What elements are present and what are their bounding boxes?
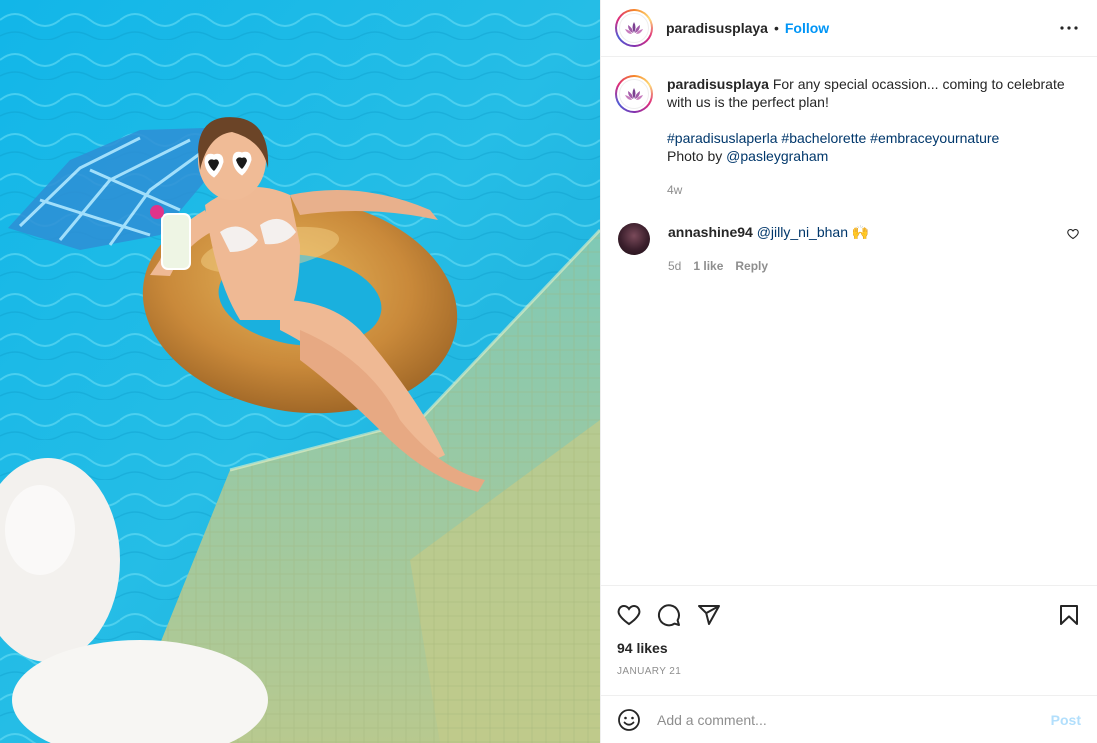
- caption-avatar[interactable]: [615, 75, 653, 113]
- comment-text-line: annashine94 @jilly_ni_bhan 🙌: [668, 223, 1081, 241]
- comments-list: paradisusplaya For any special ocassion.…: [601, 57, 1097, 585]
- avatar-inner: [617, 11, 651, 45]
- comment-reply-button[interactable]: Reply: [735, 257, 768, 275]
- post-side-panel: paradisusplaya • Follow paradisusplaya F…: [600, 0, 1097, 743]
- lotus-logo-icon: [619, 79, 649, 109]
- comment-heart-icon[interactable]: [1067, 227, 1081, 241]
- avatar[interactable]: [615, 9, 653, 47]
- hashtag-link[interactable]: #embraceyournature: [870, 130, 999, 146]
- instagram-post: paradisusplaya • Follow paradisusplaya F…: [0, 0, 1097, 743]
- caption-timestamp[interactable]: 4w: [667, 181, 1081, 199]
- comment-likes[interactable]: 1 like: [693, 257, 723, 275]
- credit-prefix: Photo by: [667, 148, 727, 164]
- share-send-icon[interactable]: [697, 603, 721, 627]
- add-comment-bar: Post: [601, 695, 1097, 743]
- caption-hashtags: #paradisuslaperla #bachelorette #embrace…: [667, 129, 1081, 147]
- commenter-avatar[interactable]: [618, 223, 650, 255]
- emoji-smiley-icon[interactable]: [617, 708, 641, 732]
- comment-mention[interactable]: @jilly_ni_bhan: [757, 224, 848, 240]
- post-actions: 94 likes JANUARY 21: [601, 585, 1097, 695]
- more-horizontal-icon[interactable]: [1057, 16, 1081, 40]
- header-username[interactable]: paradisusplaya: [666, 20, 768, 36]
- add-comment-input[interactable]: [657, 711, 1051, 728]
- bookmark-save-icon[interactable]: [1057, 603, 1081, 627]
- comment-item: annashine94 @jilly_ni_bhan 🙌 5d 1 like R…: [615, 223, 1081, 275]
- post-comment-button[interactable]: Post: [1051, 712, 1081, 728]
- follow-button[interactable]: Follow: [785, 20, 829, 36]
- hashtag-link[interactable]: #paradisuslaperla: [667, 130, 778, 146]
- comment-meta: 5d 1 like Reply: [668, 257, 1081, 275]
- avatar-inner: [617, 77, 651, 111]
- comment-username[interactable]: annashine94: [668, 224, 753, 240]
- post-photo[interactable]: [0, 0, 600, 743]
- credit-handle-link[interactable]: @pasleygraham: [726, 148, 828, 164]
- post-header: paradisusplaya • Follow: [601, 0, 1097, 57]
- separator-dot: •: [773, 20, 779, 36]
- comment-body: annashine94 @jilly_ni_bhan 🙌 5d 1 like R…: [668, 223, 1081, 275]
- like-heart-icon[interactable]: [617, 603, 641, 627]
- comment-bubble-icon[interactable]: [657, 603, 681, 627]
- action-bar: [617, 586, 1081, 638]
- caption-body: paradisusplaya For any special ocassion.…: [667, 75, 1081, 199]
- hashtag-link[interactable]: #bachelorette: [781, 130, 866, 146]
- caption-text-line: paradisusplaya For any special ocassion.…: [667, 75, 1081, 111]
- caption: paradisusplaya For any special ocassion.…: [615, 75, 1081, 199]
- post-date[interactable]: JANUARY 21: [617, 666, 1081, 677]
- photo-credit: Photo by @pasleygraham: [667, 147, 1081, 165]
- lotus-logo-icon: [619, 13, 649, 43]
- comment-time[interactable]: 5d: [668, 257, 681, 275]
- comment-emoji: 🙌: [851, 224, 870, 240]
- caption-username[interactable]: paradisusplaya: [667, 76, 769, 92]
- likes-count[interactable]: 94 likes: [617, 640, 1081, 656]
